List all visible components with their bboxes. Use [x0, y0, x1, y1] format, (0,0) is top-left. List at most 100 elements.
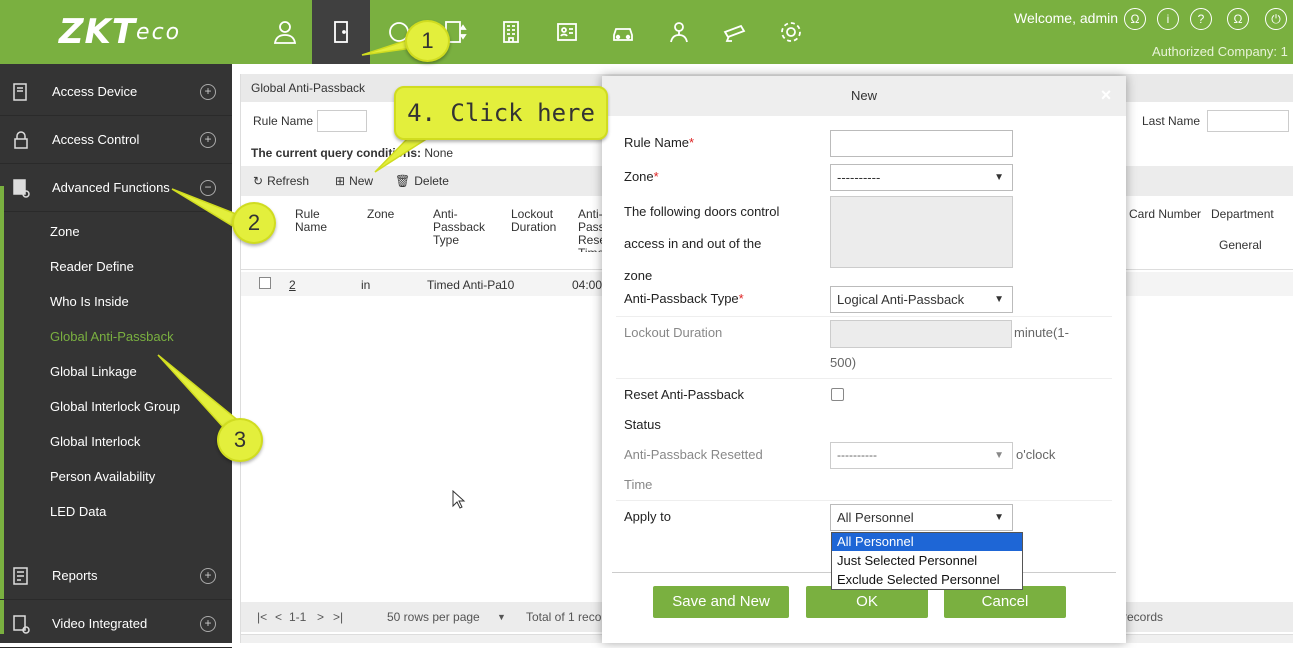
- sidebar-item-global-interlock-group[interactable]: Global Interlock Group: [0, 389, 232, 424]
- reset-time-unit: o'clock: [1016, 447, 1056, 462]
- save-and-new-button[interactable]: Save and New: [653, 586, 789, 618]
- sidebar-item-global-linkage[interactable]: Global Linkage: [0, 354, 232, 389]
- add-icon: ⊞: [335, 174, 346, 188]
- apply-to-dropdown: All Personnel Just Selected Personnel Ex…: [831, 532, 1023, 590]
- new-button[interactable]: ⊞ New: [335, 174, 373, 188]
- col-rule-name[interactable]: Rule Name: [295, 208, 355, 234]
- chevron-down-icon: ▼: [994, 172, 1004, 183]
- col-department[interactable]: Department: [1211, 208, 1274, 221]
- building-icon[interactable]: [482, 0, 540, 64]
- col-lockout-duration[interactable]: Lockout Duration: [511, 208, 563, 234]
- rule-name-label: Rule Name*: [624, 135, 695, 150]
- delete-button[interactable]: 🗑 Delete: [395, 174, 449, 188]
- expand-icon[interactable]: +: [200, 131, 216, 148]
- sidebar-item-who-is-inside[interactable]: Who Is Inside: [0, 284, 232, 319]
- callout-step-2: 2: [232, 202, 276, 244]
- authorized-company: Authorized Company: 1: [1152, 44, 1288, 59]
- sidebar-item-person-availability[interactable]: Person Availability: [0, 459, 232, 494]
- expand-icon[interactable]: +: [200, 83, 216, 100]
- total-records: Total of 1 records: [526, 610, 602, 624]
- mouse-cursor-icon: [452, 490, 466, 509]
- divider: [616, 316, 1112, 317]
- last-name-filter-label: Last Name: [1142, 114, 1201, 128]
- option-just-selected[interactable]: Just Selected Personnel: [832, 552, 1022, 570]
- col-reset-time[interactable]: Anti-Passback Reset Time: [578, 208, 602, 252]
- lock-icon[interactable]: Ω: [1227, 8, 1249, 30]
- anti-passback-type-label: Anti-Passback Type*: [624, 291, 744, 306]
- trash-icon: 🗑: [395, 174, 411, 188]
- anti-passback-type-select[interactable]: Logical Anti-Passback ▼: [830, 286, 1013, 313]
- sidebar-item-led-data[interactable]: LED Data: [0, 494, 232, 529]
- advanced-icon: [13, 179, 30, 198]
- query-conditions: The current query conditions: None: [251, 146, 454, 160]
- reset-time-select: ---------- ▼: [830, 442, 1013, 469]
- col-zone[interactable]: Zone: [367, 208, 394, 221]
- last-page-button[interactable]: >|: [333, 610, 343, 624]
- chevron-down-icon: ▼: [994, 512, 1004, 523]
- expand-icon[interactable]: +: [200, 567, 216, 584]
- sidebar-group-reports[interactable]: Reports +: [0, 552, 232, 600]
- row-checkbox[interactable]: [259, 277, 271, 289]
- doors-label: The following doors control access in an…: [624, 204, 780, 283]
- chevron-down-icon[interactable]: ▼: [497, 612, 506, 622]
- system-icon[interactable]: [762, 0, 820, 64]
- patrol-icon[interactable]: [650, 0, 708, 64]
- reset-status-label: Reset Anti-Passback Status: [624, 387, 744, 432]
- expand-icon[interactable]: +: [200, 615, 216, 632]
- logo: ZKT eco: [58, 12, 182, 52]
- records-label: records: [1123, 610, 1164, 624]
- rule-name-filter-input[interactable]: [317, 110, 367, 132]
- rule-name-link[interactable]: 2: [289, 278, 296, 292]
- option-exclude-selected[interactable]: Exclude Selected Personnel: [832, 571, 1022, 589]
- ok-button[interactable]: OK: [806, 586, 928, 618]
- chevron-down-icon: ▼: [994, 450, 1004, 461]
- rule-name-filter-label: Rule Name: [253, 114, 314, 128]
- lockout-unit-1: minute(1-: [1014, 325, 1069, 340]
- reset-cell: 04:00: [572, 278, 602, 292]
- sidebar-item-zone[interactable]: Zone: [0, 214, 232, 249]
- cancel-button[interactable]: Cancel: [944, 586, 1066, 618]
- col-card-number[interactable]: Card Number: [1129, 208, 1201, 221]
- help-icon[interactable]: ?: [1190, 8, 1212, 30]
- dialog-title: New: [850, 88, 877, 103]
- col-anti-passback-type[interactable]: Anti-Passback Type: [433, 208, 493, 247]
- lockout-duration-label: Lockout Duration: [624, 325, 723, 340]
- power-icon[interactable]: ⏻: [1265, 8, 1287, 30]
- visitor-icon[interactable]: [538, 0, 596, 64]
- sidebar-group-video-integrated[interactable]: Video Integrated +: [0, 600, 232, 648]
- sidebar-group-access-control[interactable]: Access Control +: [0, 116, 232, 164]
- access-icon[interactable]: [312, 0, 370, 64]
- zone-cell: in: [361, 278, 371, 292]
- reset-status-checkbox[interactable]: [831, 388, 844, 401]
- sidebar-group-advanced-functions[interactable]: Advanced Functions −: [0, 164, 232, 212]
- new-rule-dialog: New × Rule Name* Zone* ---------- ▼ The f…: [602, 76, 1126, 643]
- chevron-down-icon: ▼: [994, 294, 1004, 305]
- last-name-filter-input[interactable]: [1207, 110, 1289, 132]
- first-page-button[interactable]: |<: [257, 610, 267, 624]
- department-cell: General: [1219, 238, 1262, 252]
- sidebar-item-global-anti-passback[interactable]: Global Anti-Passback: [0, 319, 232, 354]
- apply-to-select[interactable]: All Personnel ▼: [830, 504, 1013, 531]
- parking-icon[interactable]: [594, 0, 652, 64]
- personnel-icon[interactable]: [256, 0, 314, 64]
- info-icon[interactable]: i: [1157, 8, 1179, 30]
- welcome-text: Welcome, admin: [1014, 10, 1119, 26]
- user-profile-icon[interactable]: Ω: [1124, 8, 1146, 30]
- report-icon: [13, 567, 28, 585]
- rows-per-page-select[interactable]: 50 rows per page: [387, 610, 480, 624]
- close-icon[interactable]: ×: [1098, 85, 1114, 105]
- doors-list-box: [830, 196, 1013, 268]
- refresh-button[interactable]: ↻ Refresh: [253, 174, 309, 188]
- sidebar-item-reader-define[interactable]: Reader Define: [0, 249, 232, 284]
- sidebar-group-access-device[interactable]: Access Device +: [0, 68, 232, 116]
- option-all-personnel[interactable]: All Personnel: [832, 533, 1022, 551]
- video-icon[interactable]: [706, 0, 764, 64]
- collapse-icon[interactable]: −: [200, 179, 216, 196]
- sidebar-item-global-interlock[interactable]: Global Interlock: [0, 424, 232, 459]
- rule-name-input[interactable]: [830, 130, 1013, 157]
- prev-page-button[interactable]: <: [275, 610, 282, 624]
- zone-select[interactable]: ---------- ▼: [830, 164, 1013, 191]
- next-page-button[interactable]: >: [317, 610, 324, 624]
- page-range: 1-1: [289, 610, 307, 624]
- lockout-duration-input: [830, 320, 1012, 348]
